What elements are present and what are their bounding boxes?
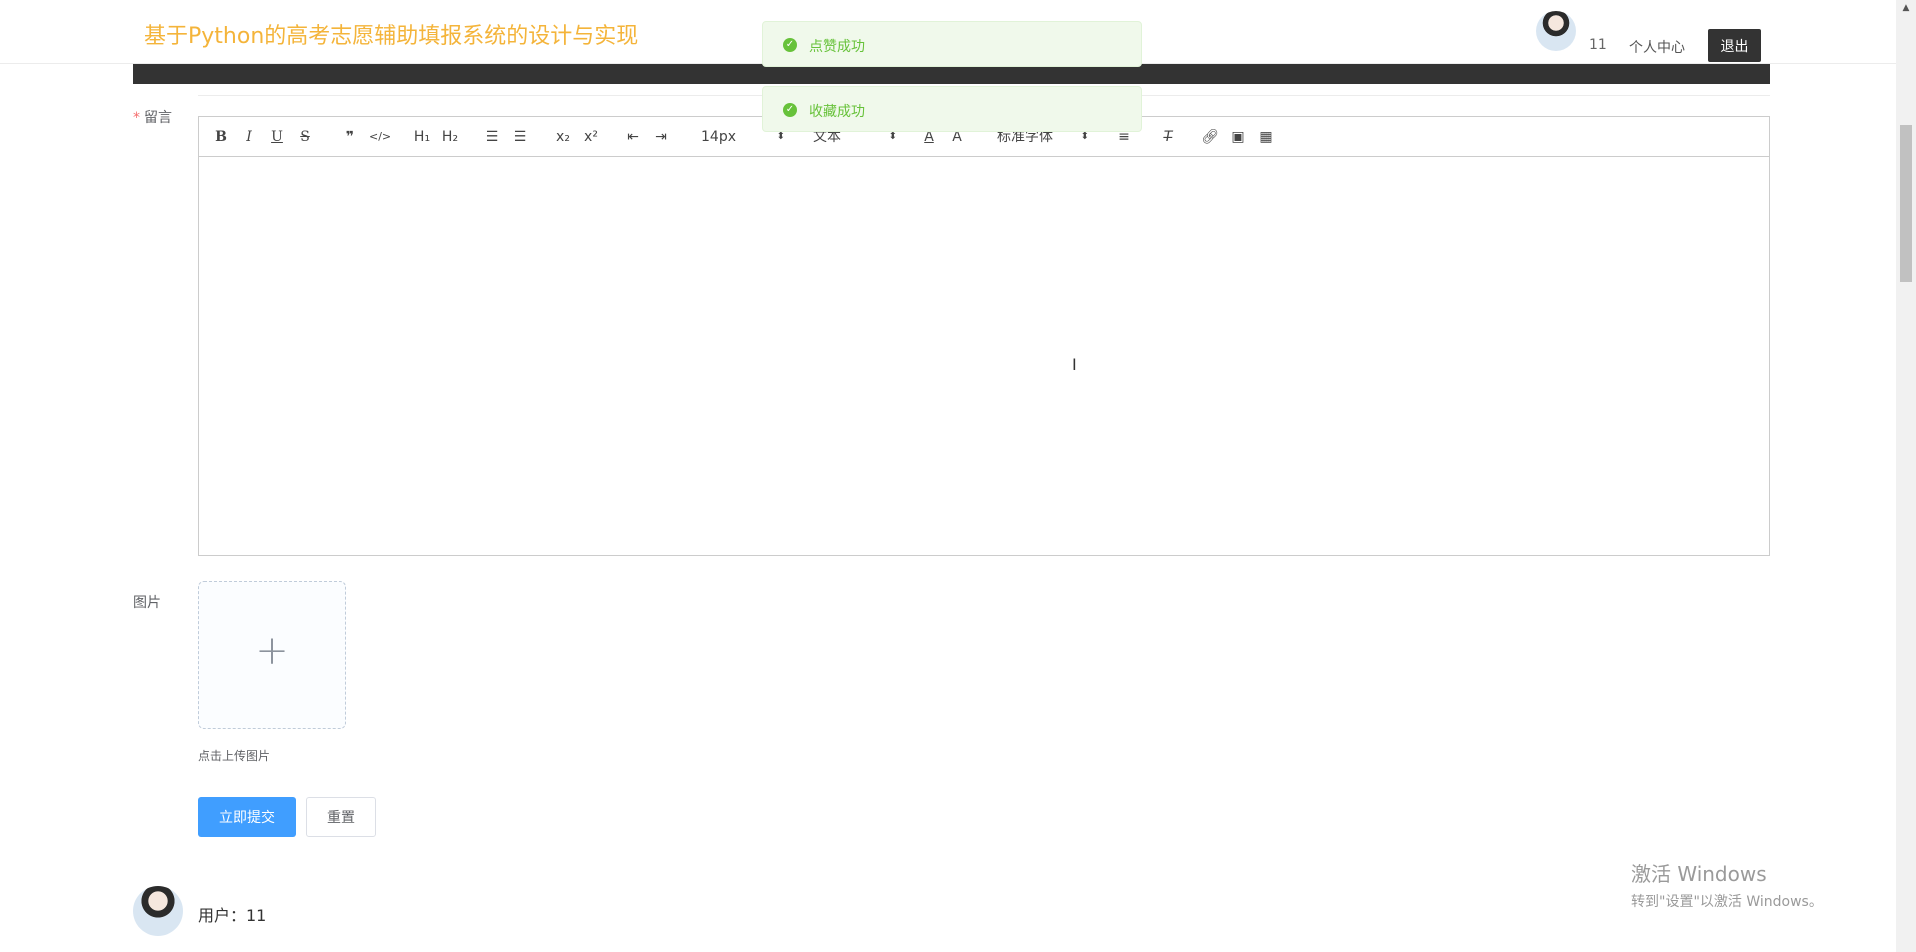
header-username: 11 <box>1589 37 1607 53</box>
heading2-icon[interactable]: H₂ <box>439 127 461 147</box>
message-label-text: 留言 <box>144 110 172 126</box>
watermark-line1: 激活 Windows <box>1631 862 1767 886</box>
submit-button[interactable]: 立即提交 <box>198 797 296 837</box>
toast-favorite-success: ✓ 收藏成功 <box>762 86 1142 132</box>
strikethrough-icon[interactable]: S <box>297 127 313 147</box>
rich-text-editor: B I U S ❞ </> H₁ H₂ ☰ ☰ x₂ x² ⇤ ⇥ 14px ⬍… <box>198 116 1770 556</box>
italic-icon[interactable]: I <box>241 127 257 147</box>
page-scrollbar[interactable]: ▲ <box>1896 0 1916 952</box>
link-icon[interactable]: 🔗︎ <box>1201 127 1219 147</box>
site-title[interactable]: 基于Python的高考志愿辅助填报系统的设计与实现 <box>144 18 638 50</box>
header-avatar[interactable] <box>1536 11 1576 51</box>
success-check-icon: ✓ <box>783 103 797 117</box>
font-size-value: 14px <box>701 129 736 145</box>
upload-tip: 点击上传图片 <box>198 749 271 763</box>
plus-icon: + <box>255 628 289 674</box>
bullet-list-icon[interactable]: ☰ <box>511 127 529 147</box>
underline-icon[interactable]: U <box>269 127 285 147</box>
success-check-icon: ✓ <box>783 38 797 52</box>
image-label: 图片 <box>133 595 161 611</box>
personal-center-link[interactable]: 个人中心 <box>1629 37 1685 57</box>
text-cursor-icon: I <box>1072 355 1077 374</box>
logout-button[interactable]: 退出 <box>1708 29 1761 62</box>
toast-text: 点赞成功 <box>809 39 865 55</box>
bold-icon[interactable]: B <box>213 127 229 147</box>
reset-button[interactable]: 重置 <box>306 797 376 837</box>
ordered-list-icon[interactable]: ☰ <box>483 127 501 147</box>
heading1-icon[interactable]: H₁ <box>411 127 433 147</box>
editor-content-area[interactable] <box>199 157 1769 555</box>
video-icon[interactable]: ▦ <box>1257 127 1275 147</box>
code-block-icon[interactable]: </> <box>369 127 391 147</box>
message-label: * 留言 <box>133 107 172 127</box>
indent-icon[interactable]: ⇥ <box>652 127 670 147</box>
toast-like-success: ✓ 点赞成功 <box>762 21 1142 67</box>
superscript-icon[interactable]: x² <box>581 127 601 147</box>
toast-text: 收藏成功 <box>809 104 865 120</box>
scroll-thumb[interactable] <box>1900 125 1912 282</box>
scroll-up-arrow-icon[interactable]: ▲ <box>1896 0 1916 17</box>
image-upload-box[interactable]: + <box>198 581 346 729</box>
section-divider-bar <box>133 64 1770 84</box>
image-icon[interactable]: ▣ <box>1229 127 1247 147</box>
subscript-icon[interactable]: x₂ <box>553 127 573 147</box>
comment-username: 用户：11 <box>198 906 267 925</box>
required-mark: * <box>133 110 140 126</box>
comment-avatar <box>133 886 183 936</box>
outdent-icon[interactable]: ⇤ <box>624 127 642 147</box>
clear-format-icon[interactable]: T̶ <box>1159 127 1177 147</box>
watermark-line2: 转到"设置"以激活 Windows。 <box>1631 894 1823 910</box>
blockquote-icon[interactable]: ❞ <box>341 127 359 147</box>
windows-activation-watermark: 激活 Windows 转到"设置"以激活 Windows。 <box>1631 858 1823 911</box>
